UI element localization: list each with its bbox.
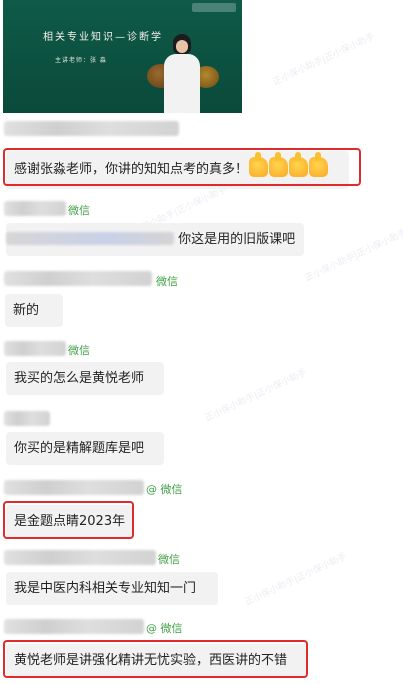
chat-bubble[interactable]: 我买的怎么是黄悦老师 bbox=[6, 362, 164, 395]
message-text: 你这是用的旧版课吧 bbox=[178, 232, 296, 247]
watermark: 正小保小助手|正小保小助手 bbox=[203, 367, 309, 424]
video-logo bbox=[192, 3, 236, 12]
chat-bubble[interactable]: 我是中医内科相关专业知知一门 bbox=[6, 572, 218, 605]
redacted-text bbox=[6, 232, 174, 245]
sender-name-redacted bbox=[4, 480, 144, 495]
sender-name-redacted bbox=[4, 550, 156, 565]
teacher-figure bbox=[161, 34, 201, 113]
message-text: 我是中医内科相关专业知知一门 bbox=[14, 581, 197, 596]
sender-name-redacted bbox=[4, 201, 66, 216]
sender-name-redacted bbox=[4, 341, 66, 356]
highlight-box bbox=[3, 148, 361, 186]
message-text: 我买的怎么是黄悦老师 bbox=[14, 371, 145, 386]
chat-bubble[interactable]: 你这是用的旧版课吧 bbox=[6, 223, 304, 256]
message-source: 微信 bbox=[158, 553, 180, 566]
message-source: 微信 bbox=[156, 275, 178, 288]
message-source: @ 微信 bbox=[146, 483, 183, 496]
message-source: 微信 bbox=[68, 344, 90, 357]
board-subtitle: 主讲老师：张 淼 bbox=[55, 57, 107, 64]
highlight-box bbox=[3, 501, 134, 539]
watermark: 正小保小助手|正小保小助手 bbox=[243, 551, 349, 608]
chat-bubble[interactable]: 新的 bbox=[5, 294, 63, 327]
board-title: 相关专业知识—诊断学 bbox=[43, 32, 163, 43]
watermark: 正小保小助手|正小保小助手 bbox=[303, 227, 403, 284]
highlight-box bbox=[3, 640, 308, 678]
sender-name-redacted bbox=[4, 271, 152, 286]
sender-name-redacted bbox=[4, 411, 50, 426]
sender-name-redacted bbox=[4, 619, 144, 634]
message-source: @ 微信 bbox=[146, 622, 183, 635]
watermark: 正小保小助手|正小保小助手 bbox=[271, 31, 377, 88]
video-thumbnail[interactable]: 相关专业知识—诊断学 主讲老师：张 淼 bbox=[3, 0, 242, 113]
message-text: 你买的是精解题库是吧 bbox=[14, 441, 145, 456]
chat-bubble[interactable]: 你买的是精解题库是吧 bbox=[6, 432, 164, 465]
message-text: 新的 bbox=[13, 303, 40, 318]
message-source: 微信 bbox=[68, 204, 90, 217]
sender-name-redacted bbox=[4, 121, 179, 136]
